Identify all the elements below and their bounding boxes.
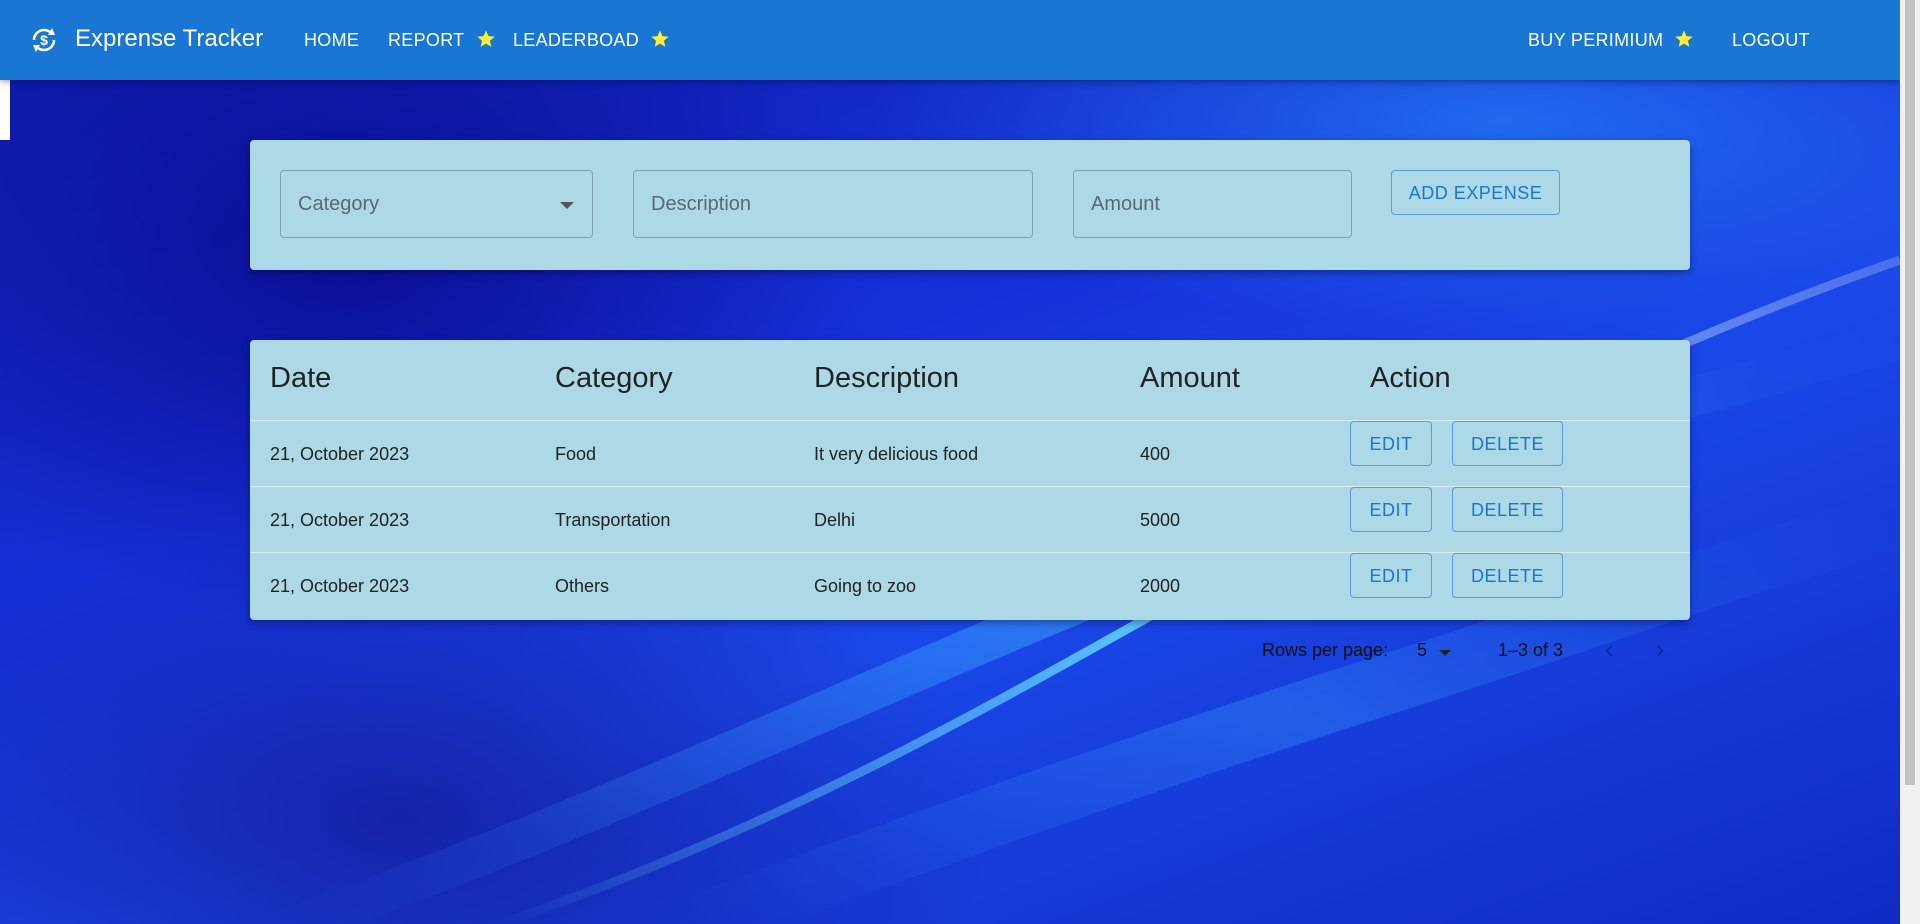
description-input[interactable] — [651, 193, 990, 216]
nav-buy-premium[interactable]: BUY PERIMIUM — [1528, 30, 1663, 51]
cell-category: Transportation — [555, 510, 671, 530]
edit-button[interactable]: EDIT — [1350, 421, 1432, 466]
add-expense-form: Category ADD EXPENSE — [250, 140, 1690, 270]
amount-input[interactable] — [1091, 193, 1327, 216]
cell-description: It very delicious food — [814, 444, 979, 464]
cell-amount: 5000 — [1140, 510, 1181, 530]
expense-table: Date Category Description Amount Action … — [250, 340, 1690, 620]
delete-button[interactable]: DELETE — [1452, 553, 1563, 598]
column-header-action: Action — [1370, 362, 1451, 394]
cell-category: Others — [555, 576, 610, 596]
cell-date: 21, October 2023 — [270, 510, 410, 530]
next-page-icon[interactable]: › — [1656, 638, 1664, 662]
add-expense-button[interactable]: ADD EXPENSE — [1391, 170, 1560, 215]
cell-description: Delhi — [814, 510, 856, 530]
delete-button[interactable]: DELETE — [1452, 421, 1563, 466]
column-header-description: Description — [814, 362, 960, 394]
nav-home[interactable]: HOME — [304, 30, 359, 51]
page-scrollbar[interactable] — [1900, 0, 1920, 924]
column-header-amount: Amount — [1140, 362, 1240, 394]
category-select[interactable]: Category — [280, 170, 593, 238]
nav-report[interactable]: REPORT — [388, 30, 464, 51]
delete-button[interactable]: DELETE — [1452, 487, 1563, 532]
cell-amount: 400 — [1140, 444, 1171, 464]
scrollbar-thumb[interactable] — [1905, 0, 1915, 785]
cell-description: Going to zoo — [814, 576, 917, 596]
column-header-date: Date — [270, 362, 332, 394]
column-header-category: Category — [555, 362, 673, 394]
currency-exchange-icon: $ — [32, 28, 56, 52]
star-icon — [476, 29, 496, 48]
amount-field[interactable] — [1073, 170, 1352, 238]
category-select-label: Category — [298, 193, 380, 215]
star-icon — [650, 29, 670, 48]
edit-button[interactable]: EDIT — [1350, 487, 1432, 532]
cell-date: 21, October 2023 — [270, 444, 410, 464]
app-bar: $ Exprense Tracker HOME REPORT LEADERBOA… — [0, 0, 1900, 80]
svg-text:$: $ — [40, 32, 48, 48]
description-field[interactable] — [633, 170, 1033, 238]
previous-page-icon[interactable]: ‹ — [1605, 638, 1613, 662]
rows-per-page-label: Rows per page: — [1262, 640, 1389, 660]
dropdown-arrow-icon — [560, 202, 574, 209]
cell-category: Food — [555, 444, 597, 464]
star-icon — [1674, 29, 1694, 48]
page-range: 1–3 of 3 — [1498, 640, 1564, 660]
edit-button[interactable]: EDIT — [1350, 553, 1432, 598]
page-edge — [0, 80, 10, 140]
nav-logout[interactable]: LOGOUT — [1732, 30, 1810, 51]
nav-leaderboard[interactable]: LEADERBOAD — [513, 30, 639, 51]
cell-amount: 2000 — [1140, 576, 1181, 596]
rows-per-page-select[interactable]: 5 — [1417, 640, 1427, 661]
dropdown-arrow-icon — [1439, 650, 1451, 656]
app-title: Exprense Tracker — [75, 25, 264, 52]
cell-date: 21, October 2023 — [270, 576, 410, 596]
